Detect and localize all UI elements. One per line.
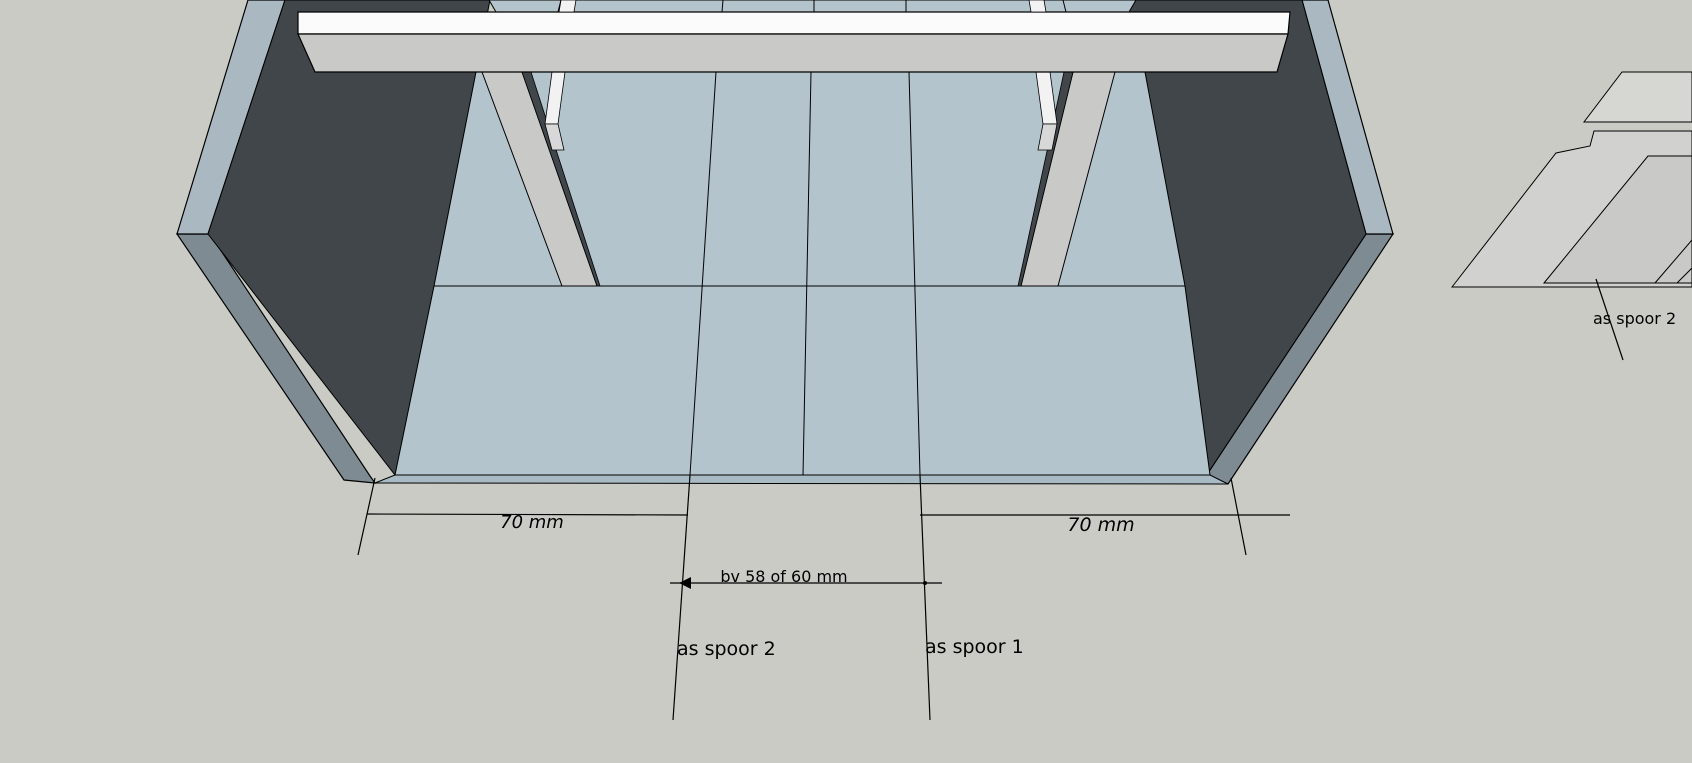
overhead-beam-front[interactable]	[297, 33, 1289, 73]
track-2-axis-line[interactable]	[672, 474, 691, 721]
right-dimension-extension-right[interactable]	[1230, 477, 1247, 556]
secondary-model-upper-panel[interactable]	[1582, 71, 1692, 123]
secondary-partial-model[interactable]: as spoor 2	[1450, 71, 1692, 361]
track-1-axis-line[interactable]	[919, 474, 931, 721]
left-dimension-label[interactable]: 70 mm	[500, 512, 564, 533]
track-spacing-left-arrow	[679, 577, 691, 589]
track-spacing-label[interactable]: bv 58 of 60 mm	[720, 567, 847, 586]
tunnel-portal-model[interactable]	[175, 0, 1395, 485]
dimension-annotations[interactable]: 70 mm 70 mm bv 58 of 60 mm as spoor 2 as…	[357, 474, 1290, 721]
left-dimension-extension-left[interactable]	[357, 477, 376, 556]
track-spacing-right-marker	[923, 581, 927, 585]
track-1-label[interactable]: as spoor 1	[925, 636, 1024, 658]
overhead-beam-top[interactable]	[297, 11, 1291, 35]
model-drawing[interactable]: 70 mm 70 mm bv 58 of 60 mm as spoor 2 as…	[0, 0, 1692, 759]
secondary-track-2-label[interactable]: as spoor 2	[1593, 309, 1676, 328]
left-rear-support	[558, 0, 577, 13]
right-dimension-label[interactable]: 70 mm	[1067, 514, 1134, 536]
3d-model-viewport[interactable]: 70 mm 70 mm bv 58 of 60 mm as spoor 2 as…	[0, 0, 1692, 759]
right-rear-support	[1028, 0, 1047, 13]
track-2-label[interactable]: as spoor 2	[677, 638, 776, 660]
floor-front-edge[interactable]	[374, 474, 1229, 485]
